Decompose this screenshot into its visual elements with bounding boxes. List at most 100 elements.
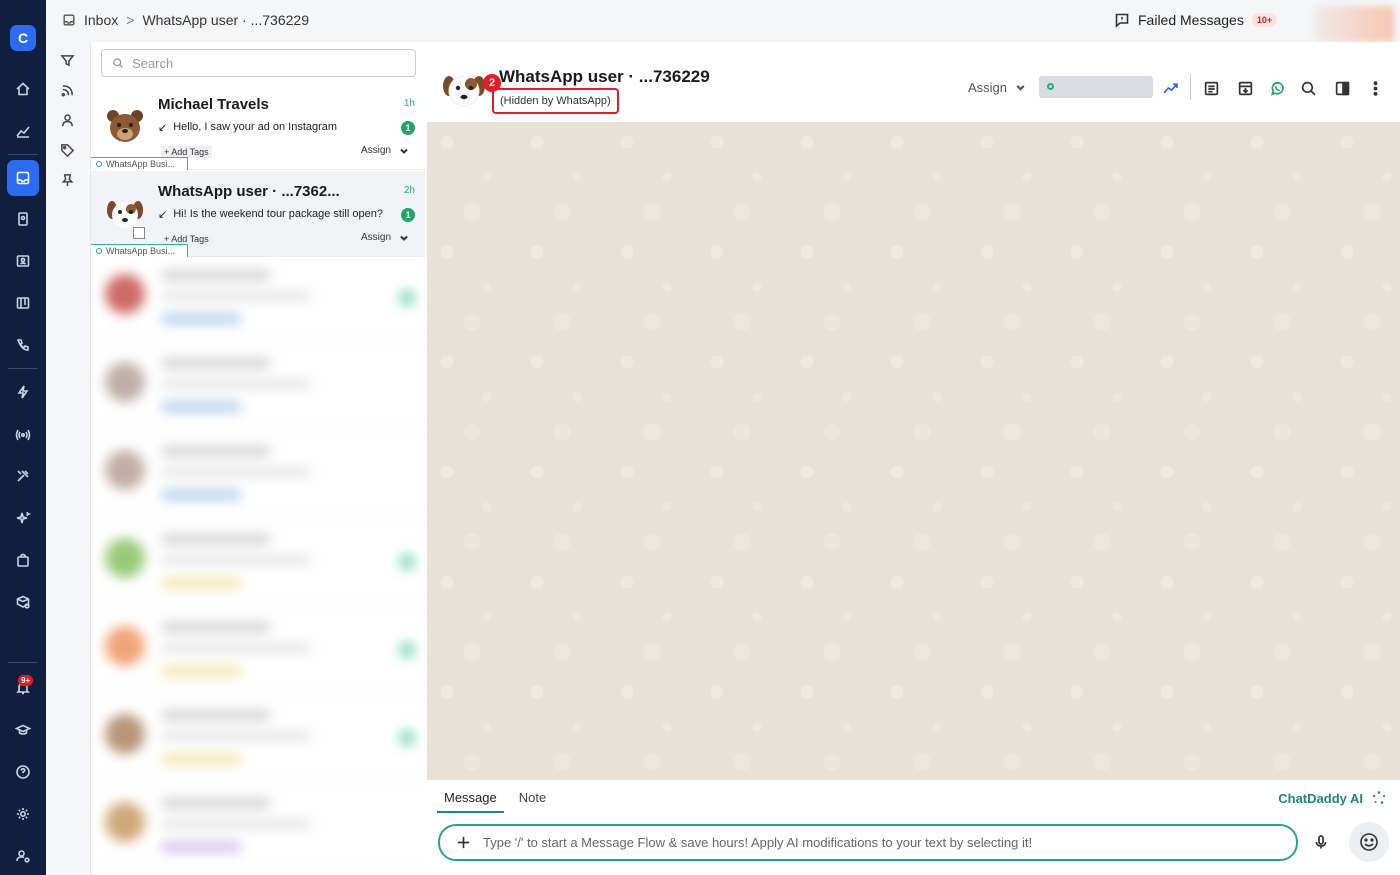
filter-icon[interactable]: [60, 53, 76, 69]
rail-divider: [8, 368, 38, 369]
emoji-button[interactable]: [1349, 822, 1389, 862]
board-icon[interactable]: [8, 288, 38, 318]
notification-badge: 9+: [18, 675, 34, 686]
assign-label: Assign: [360, 232, 391, 243]
sidebar-toggle-icon[interactable]: [1332, 78, 1352, 98]
tab-message[interactable]: Message: [437, 788, 504, 813]
channel-status-icon: [1047, 83, 1054, 90]
pin-icon[interactable]: [60, 173, 76, 189]
message-composer[interactable]: [438, 824, 1298, 861]
chat-wallpaper: [427, 122, 1400, 780]
redacted-tags: [161, 490, 241, 500]
inbox-icon[interactable]: [7, 160, 39, 196]
phone-icon[interactable]: [8, 330, 38, 360]
lightning-icon[interactable]: [8, 377, 38, 407]
person-icon[interactable]: [60, 113, 76, 129]
assign-dropdown[interactable]: Assign: [361, 232, 409, 243]
nav-rail: C 9+: [0, 0, 46, 875]
breadcrumb-current: WhatsApp user · ...736229: [142, 12, 309, 28]
failed-messages-count: 10+: [1251, 13, 1278, 27]
notes-icon[interactable]: [1201, 78, 1221, 98]
failed-messages-button[interactable]: Failed Messages 10+: [1114, 12, 1278, 28]
list-item: [91, 252, 425, 340]
gear-icon[interactable]: [8, 799, 38, 829]
ai-label: ChatDaddy AI: [1278, 790, 1363, 806]
redacted-text: [161, 468, 311, 476]
select-checkbox[interactable]: [133, 227, 145, 239]
top-bar: Inbox > WhatsApp user · ...736229 Failed…: [46, 0, 1400, 42]
redacted-name: [161, 710, 271, 720]
user-settings-icon[interactable]: [8, 841, 38, 871]
archive-icon[interactable]: [1235, 78, 1255, 98]
list-item: [91, 604, 425, 692]
channel-status-icon: [96, 161, 102, 167]
list-item: [91, 340, 425, 428]
user-avatar[interactable]: [1314, 6, 1394, 42]
rss-feed-icon[interactable]: [60, 83, 76, 99]
contact-avatar[interactable]: [439, 64, 489, 114]
redacted-name: [161, 358, 271, 368]
rail-divider: [8, 154, 38, 155]
list-item: [91, 516, 425, 604]
incoming-arrow-icon: ↙: [158, 122, 168, 134]
assign-dropdown[interactable]: Assign: [968, 80, 1026, 95]
chat-header: 2 WhatsApp user · ...736229 (Hidden by W…: [427, 42, 1400, 122]
chevron-down-icon: [400, 148, 408, 154]
breadcrumb: Inbox > WhatsApp user · ...736229: [62, 12, 309, 28]
unread-badge: 1: [401, 208, 415, 222]
assign-dropdown[interactable]: Assign: [361, 145, 409, 156]
list-item: [91, 780, 425, 868]
tag-icon[interactable]: [60, 143, 76, 159]
message-input[interactable]: [483, 835, 1263, 850]
home-icon[interactable]: [8, 74, 38, 104]
tools-icon[interactable]: [8, 461, 38, 491]
redacted-tags: [161, 666, 241, 676]
breadcrumb-inbox-link[interactable]: Inbox: [84, 12, 118, 28]
search-icon[interactable]: [1298, 78, 1318, 98]
incoming-arrow-icon: ↙: [158, 209, 168, 221]
channel-tag: WhatsApp Busi...: [91, 157, 188, 170]
conversation-item[interactable]: Michael Travels 1h ↙ Hello, I saw your ad…: [91, 84, 425, 170]
package-settings-icon[interactable]: [8, 587, 38, 617]
redacted-name: [161, 270, 271, 280]
redacted-badge: [399, 642, 415, 658]
chatdaddy-ai-button[interactable]: ChatDaddy AI: [1278, 790, 1387, 806]
list-item: [91, 692, 425, 780]
trend-icon[interactable]: [1160, 78, 1180, 98]
contacts-book-icon[interactable]: [8, 204, 38, 234]
whatsapp-icon[interactable]: [1267, 78, 1287, 98]
contact-card-icon[interactable]: [8, 246, 38, 276]
redacted-text: [161, 644, 311, 652]
failed-messages-label: Failed Messages: [1138, 12, 1244, 28]
avatar: [105, 450, 145, 490]
message-preview: ↙ Hi! Is the weekend tour package still o…: [158, 208, 383, 221]
analytics-icon[interactable]: [8, 116, 38, 146]
broadcast-icon[interactable]: [8, 419, 38, 449]
rail-divider: [8, 662, 38, 663]
plus-icon[interactable]: [456, 835, 471, 850]
redacted-tags: [161, 314, 241, 324]
conversation-time: 2h: [403, 185, 415, 196]
chat-panel: 2 WhatsApp user · ...736229 (Hidden by W…: [427, 42, 1400, 875]
chevron-down-icon: [1016, 85, 1025, 91]
conversation-item-selected[interactable]: WhatsApp user · ...7362... 2h ↙ Hi! Is th…: [91, 171, 425, 257]
app-logo[interactable]: C: [10, 25, 36, 51]
redacted-name: [161, 622, 271, 632]
channel-selector[interactable]: [1039, 76, 1153, 98]
microphone-icon[interactable]: [1313, 834, 1331, 852]
graduation-cap-icon[interactable]: [8, 715, 38, 745]
composer-tabs: Message Note: [437, 788, 553, 813]
filter-column: [46, 42, 91, 875]
contact-name: Michael Travels: [158, 96, 269, 113]
tab-note[interactable]: Note: [512, 788, 553, 813]
search-input[interactable]: [132, 55, 402, 71]
redacted-text: [161, 380, 311, 388]
more-options-icon[interactable]: [1365, 78, 1385, 98]
sparkle-icon[interactable]: [8, 503, 38, 533]
search-box[interactable]: [101, 49, 416, 77]
shop-bag-icon[interactable]: [8, 545, 38, 575]
redacted-text: [161, 292, 311, 300]
redacted-tags: [161, 754, 241, 764]
help-icon[interactable]: [8, 757, 38, 787]
contact-name: WhatsApp user · ...7362...: [158, 183, 340, 200]
